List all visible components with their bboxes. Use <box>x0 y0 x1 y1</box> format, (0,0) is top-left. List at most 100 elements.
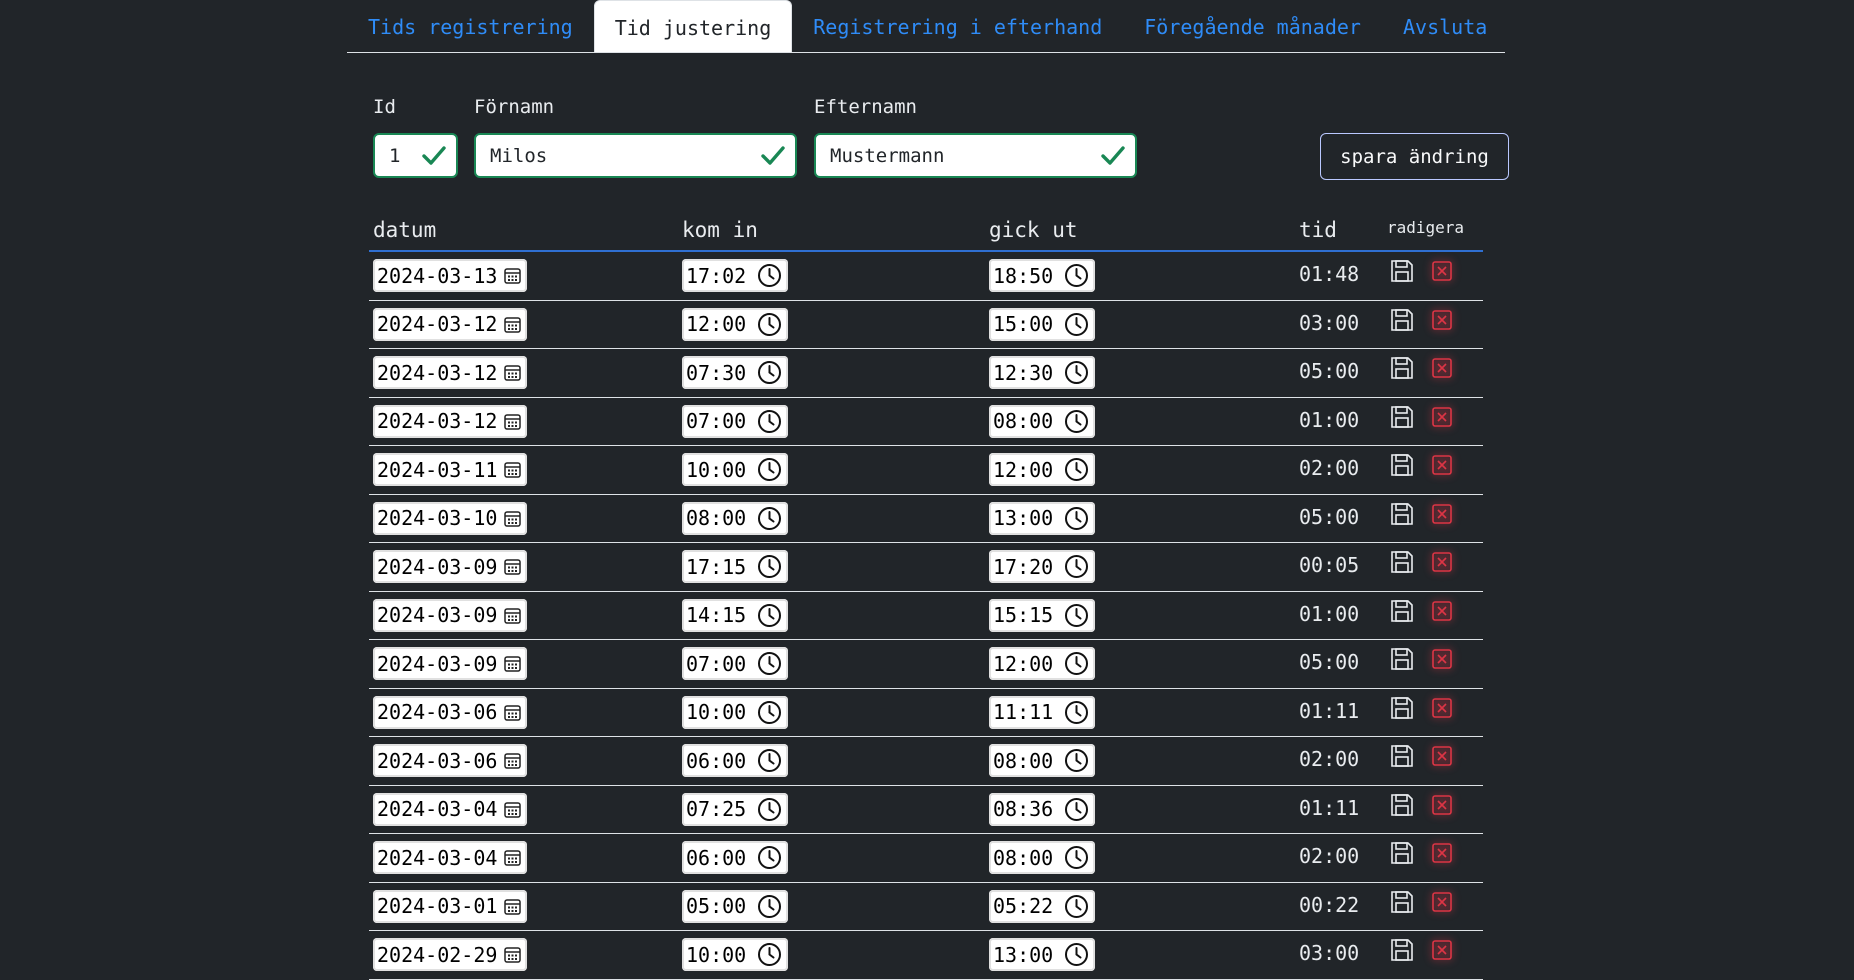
calendar-icon[interactable] <box>504 655 521 672</box>
clock-icon[interactable] <box>1064 894 1089 919</box>
clock-icon[interactable] <box>757 263 782 288</box>
floppy-disk-icon[interactable] <box>1389 646 1415 672</box>
clock-icon[interactable] <box>757 409 782 434</box>
close-box-icon[interactable] <box>1429 404 1455 430</box>
calendar-icon[interactable] <box>504 704 521 721</box>
clock-icon[interactable] <box>1064 700 1089 725</box>
date-input[interactable]: 2024-03-10 <box>373 501 527 535</box>
clock-icon[interactable] <box>1064 845 1089 870</box>
close-box-icon[interactable] <box>1429 743 1455 769</box>
close-box-icon[interactable] <box>1429 307 1455 333</box>
date-input[interactable]: 2024-03-09 <box>373 647 527 680</box>
calendar-icon[interactable] <box>504 801 521 818</box>
clock-icon[interactable] <box>757 748 782 773</box>
time-in-input[interactable]: 07:30 <box>682 356 788 389</box>
tab-foregaende-manader[interactable]: Föregående månader <box>1123 0 1382 51</box>
close-box-icon[interactable] <box>1429 355 1455 381</box>
time-in-input[interactable]: 14:15 <box>682 598 788 632</box>
time-out-input[interactable]: 13:00 <box>989 938 1095 971</box>
time-in-input[interactable]: 10:00 <box>682 695 788 729</box>
close-box-icon[interactable] <box>1429 937 1455 963</box>
clock-icon[interactable] <box>1064 942 1089 967</box>
tab-registrering-i-efterhand[interactable]: Registrering i efterhand <box>792 0 1123 51</box>
clock-icon[interactable] <box>757 894 782 919</box>
time-out-input[interactable]: 12:30 <box>989 356 1095 389</box>
tab-tids-registrering[interactable]: Tids registrering <box>347 0 594 51</box>
date-input[interactable]: 2024-03-09 <box>373 550 527 583</box>
date-input[interactable]: 2024-03-09 <box>373 598 527 632</box>
tab-tid-justering[interactable]: Tid justering <box>593 0 793 52</box>
floppy-disk-icon[interactable] <box>1389 792 1415 818</box>
calendar-icon[interactable] <box>504 898 521 915</box>
date-input[interactable]: 2024-03-12 <box>373 356 527 389</box>
time-in-input[interactable]: 07:25 <box>682 792 788 826</box>
clock-icon[interactable] <box>1064 263 1089 288</box>
tab-avsluta[interactable]: Avsluta <box>1382 0 1508 51</box>
floppy-disk-icon[interactable] <box>1389 549 1415 575</box>
close-box-icon[interactable] <box>1429 646 1455 672</box>
clock-icon[interactable] <box>1064 554 1089 579</box>
save-changes-button[interactable]: spara ändring <box>1320 133 1509 180</box>
floppy-disk-icon[interactable] <box>1389 937 1415 963</box>
close-box-icon[interactable] <box>1429 792 1455 818</box>
floppy-disk-icon[interactable] <box>1389 695 1415 721</box>
clock-icon[interactable] <box>757 942 782 967</box>
calendar-icon[interactable] <box>504 413 521 430</box>
time-in-input[interactable]: 06:00 <box>682 744 788 777</box>
date-input[interactable]: 2024-03-11 <box>373 453 527 486</box>
calendar-icon[interactable] <box>504 607 521 624</box>
calendar-icon[interactable] <box>504 558 521 575</box>
floppy-disk-icon[interactable] <box>1389 404 1415 430</box>
time-in-input[interactable]: 08:00 <box>682 501 788 535</box>
clock-icon[interactable] <box>757 603 782 628</box>
calendar-icon[interactable] <box>504 316 521 333</box>
calendar-icon[interactable] <box>504 752 521 769</box>
clock-icon[interactable] <box>757 845 782 870</box>
close-box-icon[interactable] <box>1429 549 1455 575</box>
time-in-input[interactable]: 17:15 <box>682 550 788 583</box>
time-in-input[interactable]: 05:00 <box>682 889 788 923</box>
calendar-icon[interactable] <box>504 267 521 284</box>
calendar-icon[interactable] <box>504 364 521 381</box>
time-out-input[interactable]: 13:00 <box>989 501 1095 535</box>
clock-icon[interactable] <box>757 457 782 482</box>
date-input[interactable]: 2024-03-12 <box>373 404 527 438</box>
date-input[interactable]: 2024-02-29 <box>373 938 527 971</box>
floppy-disk-icon[interactable] <box>1389 258 1415 284</box>
clock-icon[interactable] <box>757 360 782 385</box>
date-input[interactable]: 2024-03-01 <box>373 889 527 923</box>
time-out-input[interactable]: 08:36 <box>989 792 1095 826</box>
clock-icon[interactable] <box>1064 457 1089 482</box>
time-out-input[interactable]: 17:20 <box>989 550 1095 583</box>
clock-icon[interactable] <box>1064 748 1089 773</box>
time-out-input[interactable]: 08:00 <box>989 841 1095 874</box>
clock-icon[interactable] <box>1064 312 1089 337</box>
time-out-input[interactable]: 11:11 <box>989 695 1095 729</box>
time-in-input[interactable]: 12:00 <box>682 307 788 341</box>
time-out-input[interactable]: 18:50 <box>989 259 1095 292</box>
clock-icon[interactable] <box>1064 651 1089 676</box>
time-out-input[interactable]: 12:00 <box>989 453 1095 486</box>
floppy-disk-icon[interactable] <box>1389 501 1415 527</box>
clock-icon[interactable] <box>757 651 782 676</box>
clock-icon[interactable] <box>757 700 782 725</box>
time-in-input[interactable]: 07:00 <box>682 404 788 438</box>
close-box-icon[interactable] <box>1429 258 1455 284</box>
id-field[interactable]: 1 <box>373 133 458 178</box>
calendar-icon[interactable] <box>504 461 521 478</box>
floppy-disk-icon[interactable] <box>1389 598 1415 624</box>
time-out-input[interactable]: 05:22 <box>989 889 1095 923</box>
time-out-input[interactable]: 12:00 <box>989 647 1095 680</box>
time-out-input[interactable]: 08:00 <box>989 744 1095 777</box>
date-input[interactable]: 2024-03-04 <box>373 792 527 826</box>
clock-icon[interactable] <box>757 506 782 531</box>
clock-icon[interactable] <box>757 312 782 337</box>
lastname-field[interactable]: Mustermann <box>814 133 1137 178</box>
calendar-icon[interactable] <box>504 946 521 963</box>
floppy-disk-icon[interactable] <box>1389 743 1415 769</box>
calendar-icon[interactable] <box>504 510 521 527</box>
time-in-input[interactable]: 07:00 <box>682 647 788 680</box>
close-box-icon[interactable] <box>1429 501 1455 527</box>
floppy-disk-icon[interactable] <box>1389 355 1415 381</box>
floppy-disk-icon[interactable] <box>1389 889 1415 915</box>
